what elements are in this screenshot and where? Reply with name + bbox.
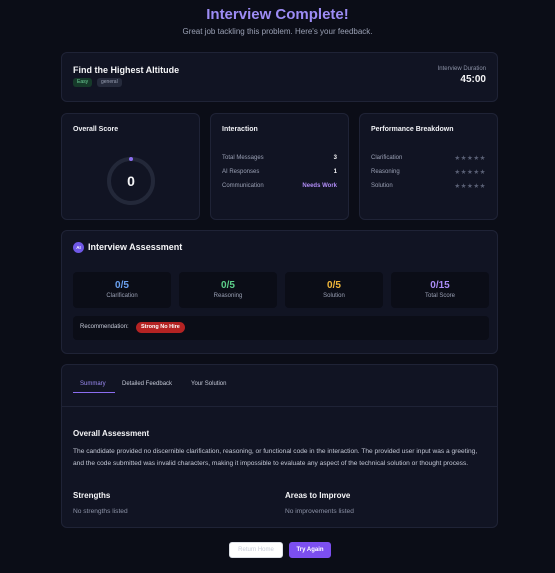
page-title: Interview Complete! [206, 6, 349, 23]
recommendation-badge: Strong No Hire [136, 322, 185, 333]
overall-assessment-text: The candidate provided no discernible cl… [73, 448, 478, 467]
overall-score-value: 0 [127, 173, 135, 189]
row-label: Reasoning [371, 169, 400, 175]
row-label: AI Responses [222, 169, 260, 175]
performance-row-clarification: Clarification ★★★★★ [371, 155, 486, 162]
performance-row-solution: Solution ★★★★★ [371, 183, 486, 190]
duration-value: 45:00 [460, 74, 486, 85]
interaction-row-ai-responses: AI Responses 1 [222, 169, 337, 175]
strengths-heading: Strengths [73, 491, 111, 500]
strengths-text: No strengths listed [73, 508, 128, 515]
communication-status: Needs Work [302, 183, 337, 189]
tab-summary[interactable]: Summary [80, 381, 106, 387]
recommendation-box: Recommendation: Strong No Hire [73, 316, 489, 340]
problem-card: Find the Highest Altitude Easy general I… [61, 52, 498, 102]
metric-clarification: 0/5 Clarification [73, 272, 171, 308]
star-rating: ★★★★★ [454, 155, 486, 162]
assessment-title: Interview Assessment [88, 242, 183, 252]
metric-label: Solution [323, 293, 345, 299]
recommendation-label: Recommendation: [80, 324, 129, 330]
assessment-card: AI Interview Assessment 0/5 Clarificatio… [61, 230, 498, 354]
metric-solution: 0/5 Solution [285, 272, 383, 308]
metric-label: Total Score [424, 293, 455, 299]
metric-reasoning: 0/5 Reasoning [179, 272, 277, 308]
metric-value: 0/5 [115, 280, 129, 291]
difficulty-tag: Easy [73, 78, 93, 87]
interaction-card: Interaction Total Messages 3 AI Response… [210, 113, 349, 220]
performance-title: Performance Breakdown [371, 126, 454, 133]
metric-label: Reasoning [213, 293, 243, 299]
overall-assessment-heading: Overall Assessment [73, 429, 150, 438]
metric-total-score: 0/15 Total Score [391, 272, 489, 308]
performance-row-reasoning: Reasoning ★★★★★ [371, 169, 486, 176]
category-tag: general [97, 78, 122, 87]
row-label: Solution [371, 183, 393, 189]
tab-detailed-feedback[interactable]: Detailed Feedback [122, 381, 172, 387]
page-subtitle: Great job tackling this problem. Here's … [182, 27, 373, 36]
metric-value: 0/15 [430, 280, 450, 291]
duration-label: Interview Duration [437, 66, 486, 72]
improve-heading: Areas to Improve [285, 491, 351, 500]
overall-score-title: Overall Score [73, 126, 119, 133]
row-label: Clarification [371, 155, 403, 161]
try-again-button[interactable]: Try Again [289, 542, 331, 558]
metric-value: 0/5 [221, 280, 235, 291]
tab-your-solution[interactable]: Your Solution [191, 381, 226, 387]
return-home-button[interactable]: Return Home [229, 542, 283, 558]
row-label: Communication [222, 183, 264, 189]
interaction-row-communication: Communication Needs Work [222, 183, 337, 189]
metric-value: 0/5 [327, 280, 341, 291]
ai-icon: AI [73, 242, 84, 253]
overall-score-card: Overall Score 0 [61, 113, 200, 220]
interaction-row-total-messages: Total Messages 3 [222, 155, 337, 161]
performance-card: Performance Breakdown Clarification ★★★★… [359, 113, 498, 220]
star-rating: ★★★★★ [454, 183, 486, 190]
row-value: 3 [333, 155, 337, 161]
interaction-title: Interaction [222, 126, 258, 133]
feedback-card: Summary Detailed Feedback Your Solution … [61, 364, 498, 528]
active-tab-indicator [73, 392, 115, 393]
star-rating: ★★★★★ [454, 169, 486, 176]
problem-name: Find the Highest Altitude [73, 65, 180, 75]
tabs-divider [62, 406, 497, 407]
row-label: Total Messages [222, 155, 264, 161]
row-value: 1 [333, 169, 337, 175]
metric-label: Clarification [106, 293, 138, 299]
improve-text: No improvements listed [285, 508, 354, 515]
